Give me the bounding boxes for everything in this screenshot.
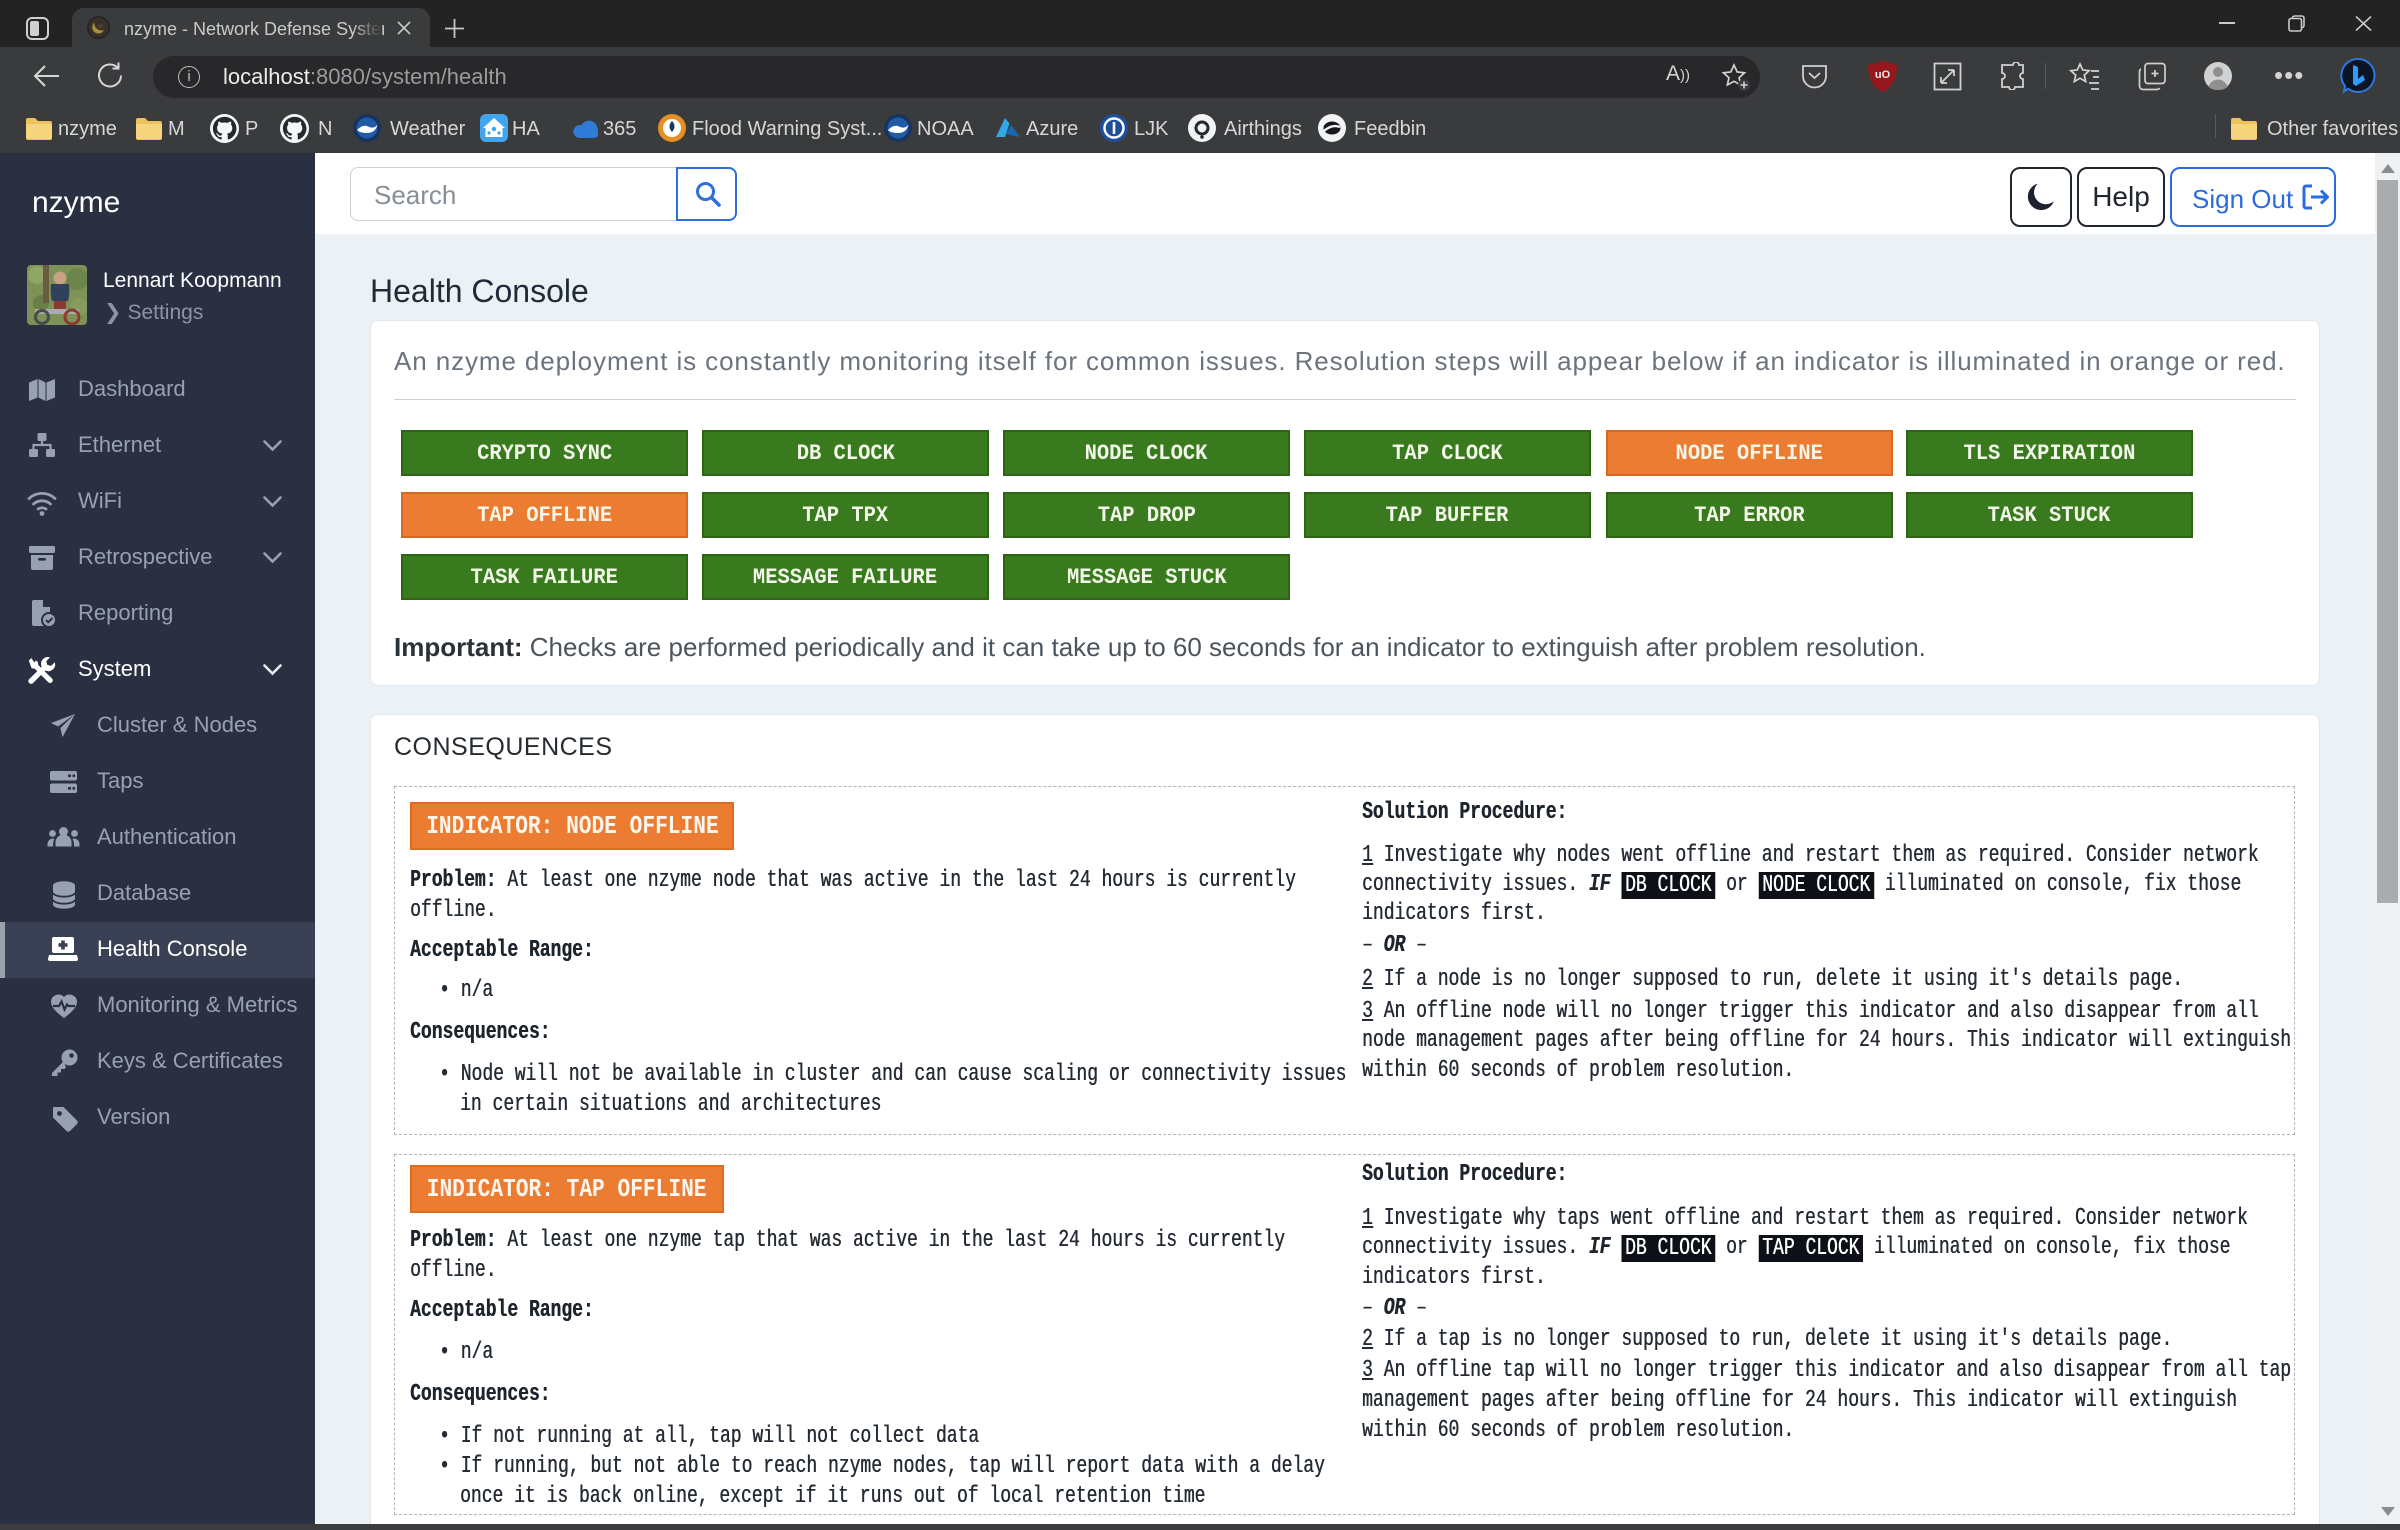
svg-text:uO: uO (1875, 69, 1891, 81)
